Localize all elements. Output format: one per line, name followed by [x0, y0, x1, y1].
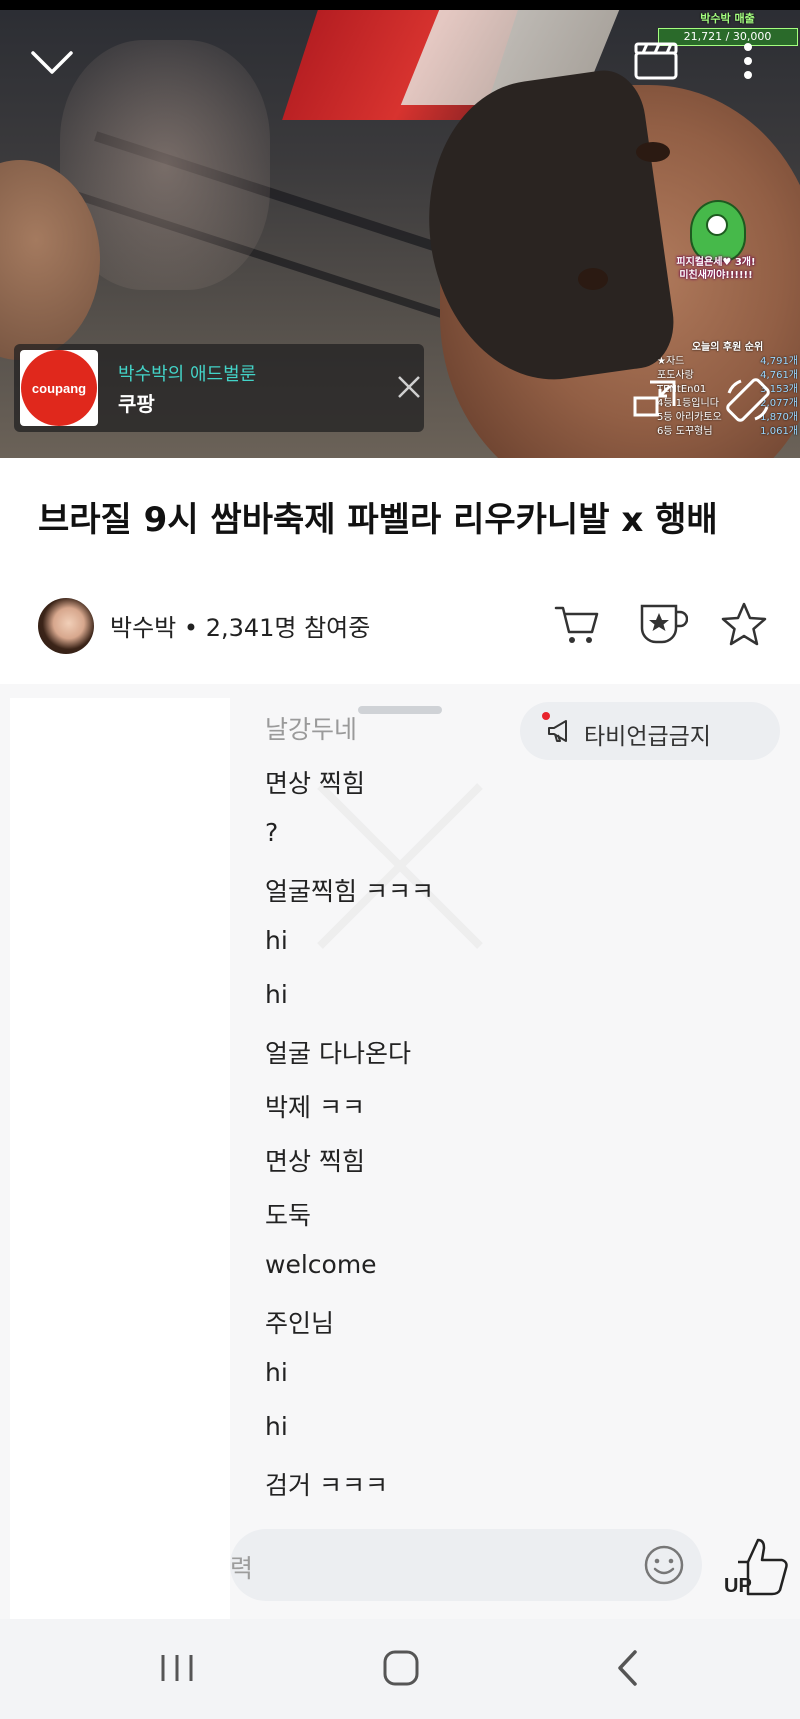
- favorite-star-icon[interactable]: [720, 600, 768, 648]
- chat-message: 얼굴찍힘 ㅋㅋㅋ: [265, 877, 434, 906]
- streamer-meta[interactable]: 박수박 • 2,341명 참여중: [110, 608, 370, 643]
- chat-message: 주인님: [265, 1309, 335, 1338]
- megaphone-icon: [548, 720, 567, 742]
- viewer-count: 2,341명 참여중: [205, 614, 371, 642]
- kebab-icon[interactable]: [730, 38, 766, 84]
- rotate-screen-icon[interactable]: [720, 372, 776, 428]
- up-label: UP: [724, 1575, 752, 1597]
- chat-input-placeholder: 력: [230, 1554, 254, 1583]
- ranking-count: 4,791개: [760, 356, 798, 367]
- video-player[interactable]: 박수박 매출 21,721 / 30,000 피지컬욘세♥ 3개! 미친새끼야!…: [0, 0, 800, 458]
- live-stream-screen: 박수박 매출 21,721 / 30,000 피지컬욘세♥ 3개! 미친새끼야!…: [0, 0, 800, 1719]
- coupang-logo: coupang: [20, 350, 98, 426]
- ad-title: 박수박의 애드벌룬: [118, 364, 257, 385]
- mute-keyword-label: 타비언급금지: [584, 724, 711, 750]
- ranking-name: ★자드: [657, 356, 685, 367]
- donation-mascot-overlay: 피지컬욘세♥ 3개! 미친새끼야!!!!!!: [660, 200, 770, 290]
- cart-icon[interactable]: [554, 602, 600, 648]
- chat-panel: 날강두네 면상 찍힘 ? 얼굴찍힘 ㅋㅋㅋ hi hi 얼굴 다나온다 박제 ㅋ…: [0, 684, 800, 1619]
- system-nav-bar: [0, 1619, 800, 1719]
- mascot-text-line: 피지컬욘세♥ 3개!: [676, 257, 756, 268]
- ad-balloon-card[interactable]: coupang 박수박의 애드벌룬 쿠팡: [14, 344, 424, 432]
- stream-info: 브라질 9시 쌈바축제 파벨라 리우카니발 x 행배 박수박 • 2,341명 …: [0, 458, 800, 684]
- mute-keyword-button[interactable]: 타비언급금지: [520, 702, 780, 760]
- avatar[interactable]: [38, 598, 94, 654]
- home-icon[interactable]: [378, 1645, 424, 1691]
- video-person-eye: [578, 268, 608, 290]
- close-icon[interactable]: [394, 372, 424, 402]
- ad-subtitle: 쿠팡: [118, 392, 155, 416]
- chat-message: ?: [265, 818, 279, 847]
- pip-icon[interactable]: [630, 376, 680, 420]
- clapperboard-icon[interactable]: [630, 38, 682, 84]
- emoji-icon[interactable]: [642, 1543, 686, 1587]
- back-icon[interactable]: [608, 1645, 648, 1691]
- chat-message: 면상 찍힘: [265, 769, 365, 798]
- coupang-logo-text: coupang: [31, 380, 87, 396]
- ranking-row: ★자드 4,791개: [655, 355, 800, 369]
- ranking-title: 오늘의 후원 순위: [691, 342, 764, 353]
- sales-overlay-title: 박수박 매출: [700, 12, 755, 25]
- meta-separator: •: [183, 614, 199, 642]
- video-person-eye: [636, 142, 670, 162]
- sales-overlay-value: 21,721: [683, 30, 723, 43]
- chevron-down-icon[interactable]: [22, 38, 82, 88]
- chat-message: 면상 찍힘: [265, 1147, 365, 1176]
- thumbs-up-icon[interactable]: UP: [722, 1532, 792, 1598]
- chat-message: 박제 ㅋㅋ: [265, 1093, 365, 1122]
- chat-message: welcome: [265, 1250, 377, 1279]
- streamer-name: 박수박: [110, 614, 177, 642]
- chat-message: hi: [265, 980, 288, 1009]
- chat-message: hi: [265, 926, 288, 955]
- status-bar: [0, 0, 800, 10]
- chat-message: 얼굴 다나온다: [265, 1039, 411, 1068]
- chat-message: hi: [265, 1358, 288, 1387]
- chat-input[interactable]: 력: [230, 1529, 702, 1601]
- chat-message: hi: [265, 1412, 288, 1441]
- chat-left-panel: [10, 698, 230, 1619]
- mascot-eye-icon: [706, 214, 728, 236]
- ranking-name: 6등 도꾸형님: [657, 426, 713, 437]
- recent-apps-icon[interactable]: [155, 1647, 199, 1689]
- stream-title: 브라질 9시 쌈바축제 파벨라 리우카니발 x 행배: [38, 500, 718, 540]
- chat-message: 도둑: [265, 1201, 312, 1230]
- chat-message: 검거 ㅋㅋㅋ: [265, 1471, 388, 1500]
- chat-message: 날강두네: [265, 715, 358, 744]
- drag-handle[interactable]: [358, 706, 442, 714]
- mascot-text-line: 미친새끼야!!!!!!: [679, 270, 753, 281]
- star-cup-icon[interactable]: [638, 600, 689, 648]
